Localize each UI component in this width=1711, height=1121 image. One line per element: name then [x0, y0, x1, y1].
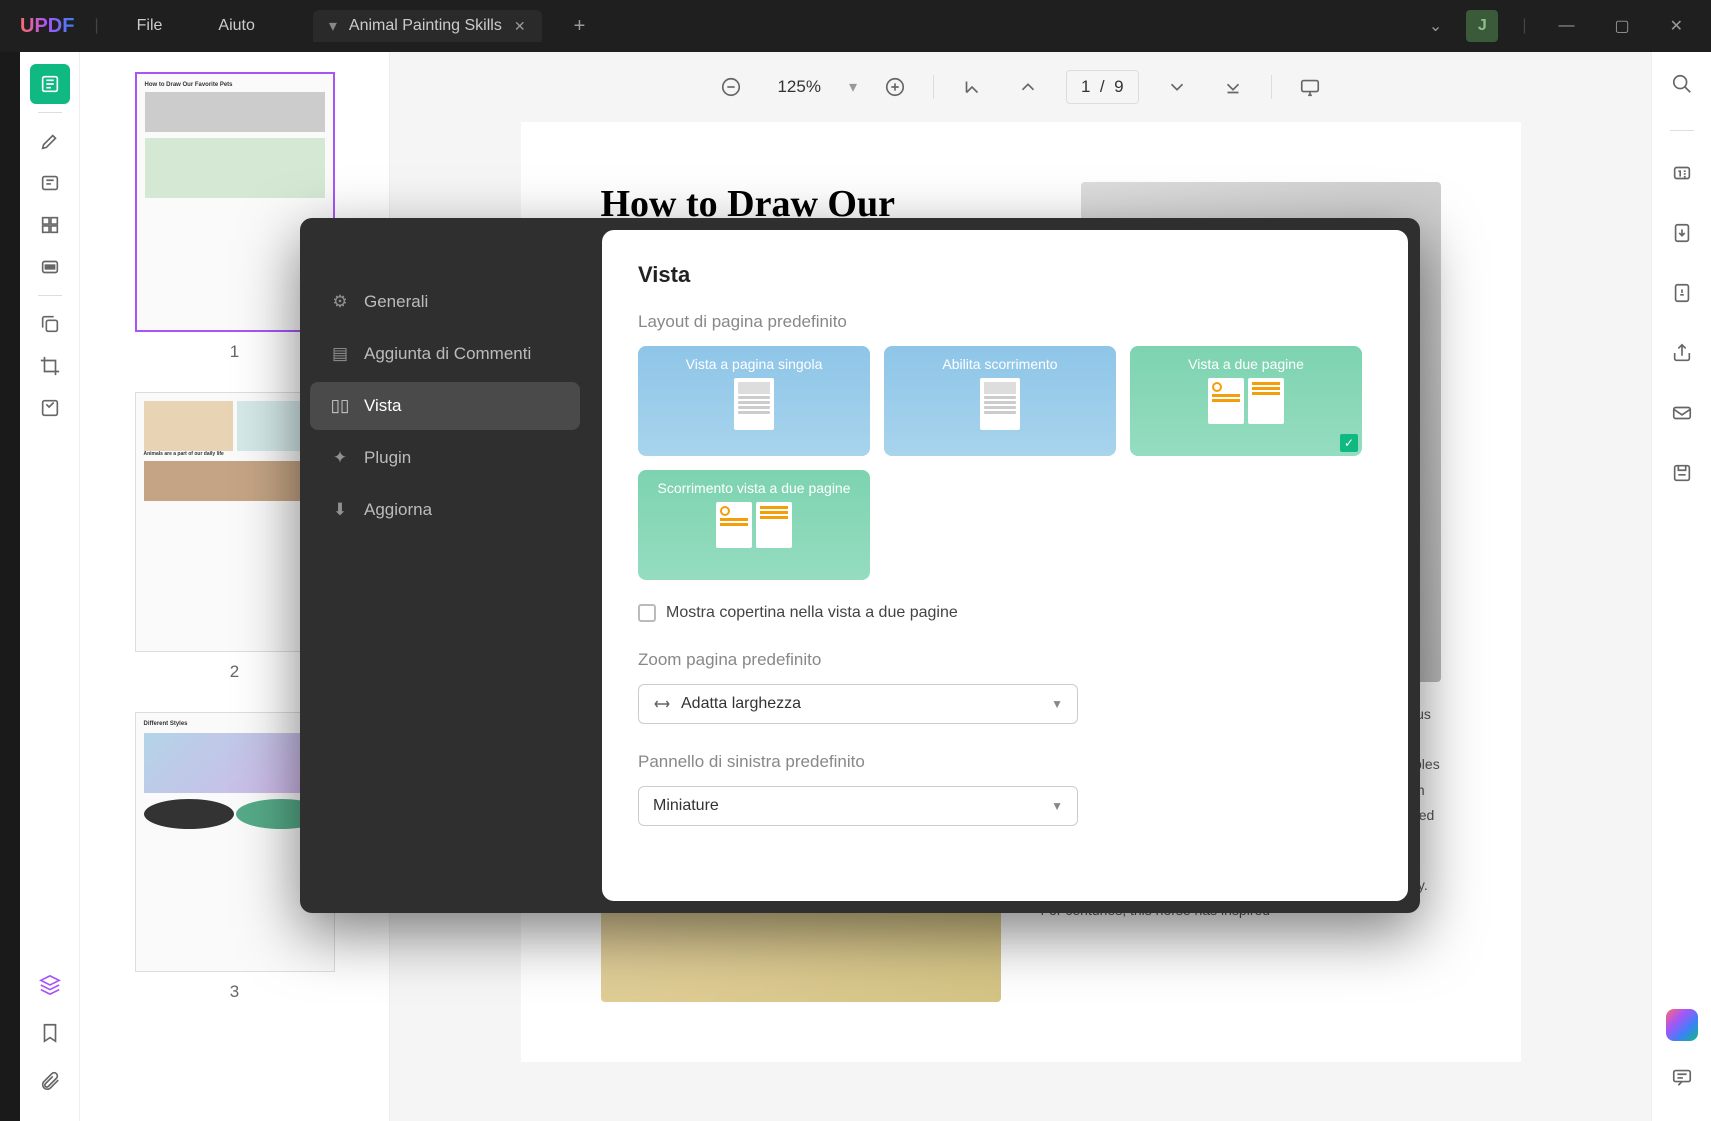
crop-tool-icon[interactable] — [30, 346, 70, 386]
plugin-icon: ✦ — [330, 448, 350, 468]
section-label-zoom: Zoom pagina predefinito — [638, 650, 1372, 670]
menu-help[interactable]: Aiuto — [200, 9, 272, 43]
email-icon[interactable] — [1662, 393, 1702, 433]
check-icon: ✓ — [1340, 434, 1358, 452]
preferences-title: Vista — [638, 262, 1372, 288]
gear-icon: ⚙ — [330, 292, 350, 312]
zoom-out-button[interactable] — [713, 69, 749, 105]
share-icon[interactable] — [1662, 333, 1702, 373]
highlight-tool-icon[interactable] — [30, 121, 70, 161]
nav-comments[interactable]: ▤ Aggiunta di Commenti — [310, 330, 580, 378]
menu-file[interactable]: File — [119, 9, 181, 43]
comment-icon: ▤ — [330, 344, 350, 364]
ocr-icon[interactable] — [1662, 153, 1702, 193]
chevron-down-icon[interactable]: ⌄ — [1429, 16, 1442, 36]
zoom-dropdown-icon[interactable]: ▾ — [849, 77, 857, 97]
download-icon: ⬇ — [330, 500, 350, 520]
document-tab[interactable]: ▾ Animal Painting Skills ✕ — [313, 10, 542, 42]
prev-page-button[interactable] — [1010, 69, 1046, 105]
maximize-button[interactable]: ▢ — [1606, 8, 1637, 44]
bookmark-icon[interactable] — [30, 1013, 70, 1053]
last-page-button[interactable] — [1215, 69, 1251, 105]
redact-tool-icon[interactable] — [30, 247, 70, 287]
default-zoom-select[interactable]: Adatta larghezza ▼ — [638, 684, 1078, 724]
zoom-in-button[interactable] — [877, 69, 913, 105]
nav-plugin[interactable]: ✦ Plugin — [310, 434, 580, 482]
view-icon: ▯▯ — [330, 396, 350, 416]
zoom-level: 125% — [769, 77, 828, 97]
presentation-button[interactable] — [1292, 69, 1328, 105]
save-icon[interactable] — [1662, 453, 1702, 493]
show-cover-label: Mostra copertina nella vista a due pagin… — [666, 604, 958, 622]
layout-option-scroll[interactable]: Abilita scorrimento — [884, 346, 1116, 456]
app-logo: UPDF — [20, 15, 74, 38]
first-page-button[interactable] — [954, 69, 990, 105]
comment-panel-icon[interactable] — [1662, 1057, 1702, 1097]
edit-text-icon[interactable] — [30, 163, 70, 203]
nav-update[interactable]: ⬇ Aggiorna — [310, 486, 580, 534]
preferences-content: Vista Layout di pagina predefinito Vista… — [602, 230, 1408, 901]
close-window-button[interactable]: ✕ — [1662, 8, 1691, 44]
title-bar: UPDF | File Aiuto ▾ Animal Painting Skil… — [0, 0, 1711, 52]
chevron-down-icon: ▼ — [1051, 697, 1063, 711]
protect-icon[interactable] — [1662, 273, 1702, 313]
section-label-layout: Layout di pagina predefinito — [638, 312, 1372, 332]
convert-icon[interactable] — [1662, 213, 1702, 253]
fit-width-icon — [653, 695, 671, 713]
close-tab-icon[interactable]: ✕ — [514, 18, 526, 35]
show-cover-checkbox[interactable] — [638, 604, 656, 622]
document-toolbar: 125% ▾ 1 / 9 — [410, 62, 1631, 112]
form-tool-icon[interactable] — [30, 388, 70, 428]
layout-option-two-page[interactable]: Vista a due pagine ✓ — [1130, 346, 1362, 456]
ai-assistant-icon[interactable] — [1666, 1009, 1698, 1041]
preferences-dialog: ✕ ⚙ Generali ▤ Aggiunta di Commenti ▯▯ V… — [300, 218, 1420, 913]
tab-title: Animal Painting Skills — [349, 17, 502, 35]
layout-option-two-page-scroll[interactable]: Scorrimento vista a due pagine — [638, 470, 870, 580]
nav-view[interactable]: ▯▯ Vista — [310, 382, 580, 430]
left-toolbar — [20, 52, 80, 1121]
nav-general[interactable]: ⚙ Generali — [310, 278, 580, 326]
chevron-down-icon: ▼ — [1051, 799, 1063, 813]
user-avatar[interactable]: J — [1466, 10, 1498, 42]
default-left-panel-select[interactable]: Miniature ▼ — [638, 786, 1078, 826]
search-icon[interactable] — [1662, 64, 1702, 104]
layers-icon[interactable] — [30, 965, 70, 1005]
section-label-left-panel: Pannello di sinistra predefinito — [638, 752, 1372, 772]
new-tab-button[interactable]: + — [574, 15, 586, 38]
thumbnail-number: 3 — [100, 982, 369, 1002]
reader-mode-icon[interactable] — [30, 64, 70, 104]
right-toolbar — [1651, 52, 1711, 1121]
page-indicator[interactable]: 1 / 9 — [1066, 70, 1139, 104]
attachment-icon[interactable] — [30, 1061, 70, 1101]
page-tools-icon[interactable] — [30, 205, 70, 245]
minimize-button[interactable]: — — [1550, 9, 1582, 43]
preferences-nav: ⚙ Generali ▤ Aggiunta di Commenti ▯▯ Vis… — [300, 218, 590, 913]
next-page-button[interactable] — [1159, 69, 1195, 105]
layout-option-single[interactable]: Vista a pagina singola — [638, 346, 870, 456]
copy-tool-icon[interactable] — [30, 304, 70, 344]
